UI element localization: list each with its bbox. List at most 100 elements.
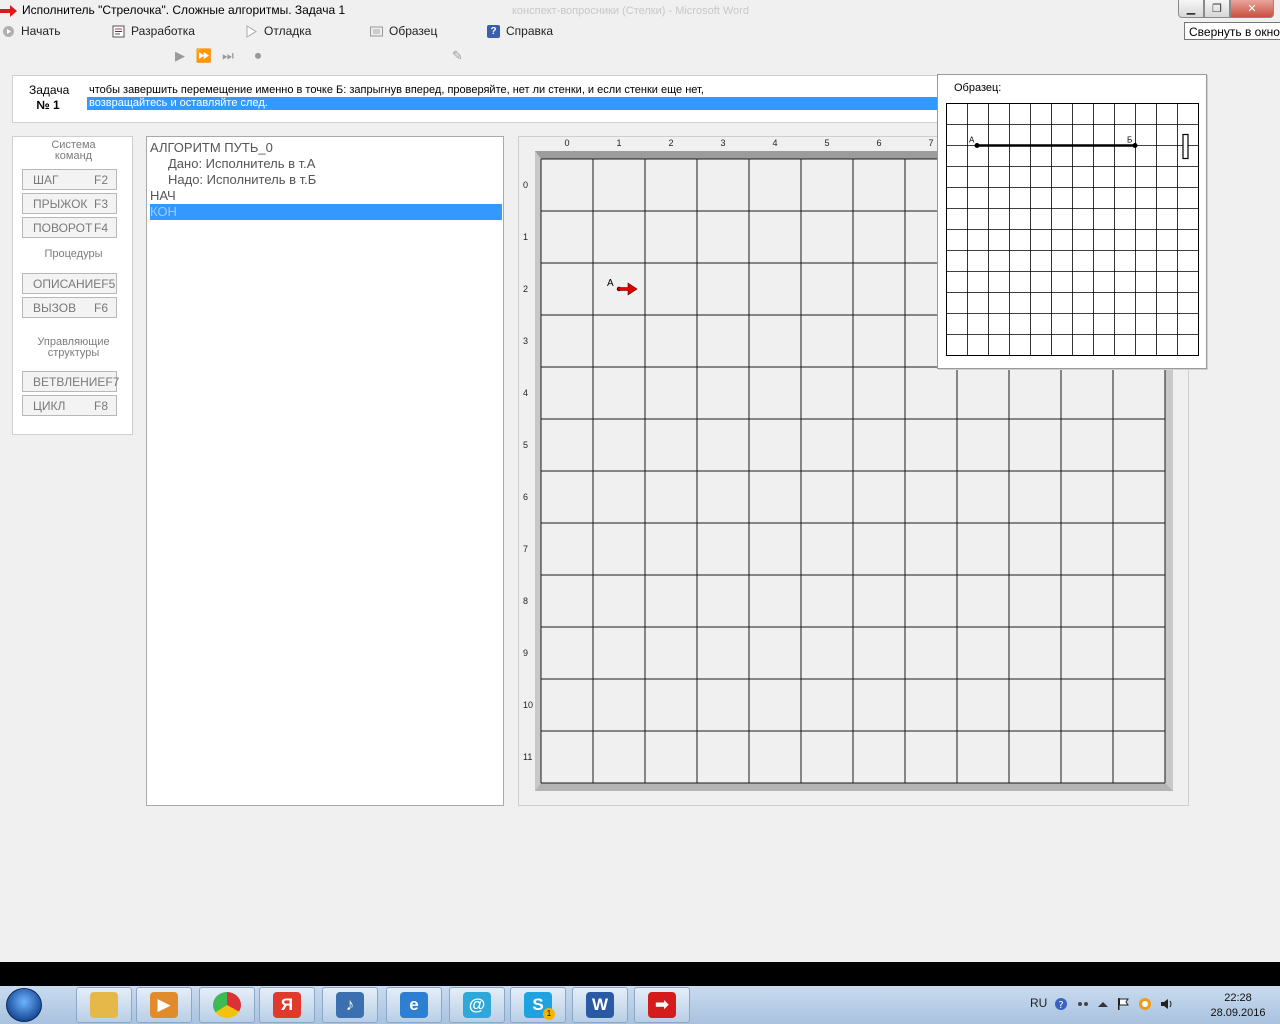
minimize-button[interactable]: ▁ bbox=[1178, 0, 1204, 18]
system-commands-caption: Система команд bbox=[51, 139, 96, 162]
jump-command-key: F3 bbox=[93, 196, 108, 211]
menu-item-help[interactable]: ? Справка bbox=[487, 24, 553, 38]
internet-explorer-icon: e bbox=[400, 992, 428, 1018]
describe-command-button[interactable]: ОПИСАНИЕ F5 bbox=[22, 273, 117, 294]
taskbar-app-explorer[interactable] bbox=[76, 987, 132, 1023]
taskbar-app-internet-explorer[interactable]: e bbox=[386, 987, 442, 1023]
action-center-flag-icon[interactable] bbox=[1116, 997, 1130, 1011]
step-button[interactable]: ⏩ bbox=[196, 48, 212, 64]
field-bevel-bottom bbox=[535, 783, 1173, 791]
row-number: 2 bbox=[523, 284, 528, 294]
taskbar-app-yandex[interactable]: Я bbox=[259, 987, 315, 1023]
strelochka-icon: ➡ bbox=[648, 992, 676, 1018]
step-command-key: F2 bbox=[93, 172, 108, 187]
show-hidden-icons[interactable] bbox=[1096, 997, 1110, 1011]
word-icon: W bbox=[586, 992, 614, 1018]
column-number: 7 bbox=[928, 138, 933, 148]
code-line-begin[interactable]: НАЧ bbox=[150, 188, 502, 204]
clock[interactable]: 22:28 28.09.2016 bbox=[1208, 991, 1268, 1021]
start-button[interactable] bbox=[6, 988, 42, 1022]
task-description[interactable]: чтобы завершить перемещение именно в точ… bbox=[87, 84, 947, 110]
avast-tray-icon[interactable] bbox=[1138, 997, 1152, 1011]
step-over-button[interactable]: ⏭ bbox=[220, 48, 236, 64]
start-point-label: А bbox=[607, 278, 614, 289]
turn-command-key: F4 bbox=[93, 220, 108, 235]
row-number: 5 bbox=[523, 440, 528, 450]
row-number: 1 bbox=[523, 232, 528, 242]
mail-icon: @ bbox=[463, 992, 491, 1018]
code-line-goal[interactable]: Надо: Исполнитель в т.Б bbox=[150, 172, 502, 188]
volume-tray-icon[interactable] bbox=[1160, 997, 1174, 1011]
media-player-icon: ▶ bbox=[150, 992, 178, 1018]
title-bar: Исполнитель "Стрелочка". Сложные алгорит… bbox=[0, 0, 1280, 22]
menu-item-start[interactable]: Начать bbox=[2, 24, 61, 38]
sample-point-a bbox=[974, 143, 980, 148]
menu-item-sample[interactable]: Образец bbox=[370, 24, 437, 38]
taskbar-app-chrome[interactable] bbox=[199, 987, 255, 1023]
sound-icon: ♪ bbox=[336, 992, 364, 1018]
background-window-title: конспект-вопросники (Стелки) - Microsoft… bbox=[512, 5, 749, 17]
row-number: 4 bbox=[523, 388, 528, 398]
row-number: 8 bbox=[523, 596, 528, 606]
settings-tray-icon[interactable] bbox=[1076, 997, 1090, 1011]
column-number: 3 bbox=[720, 138, 725, 148]
develop-icon bbox=[112, 25, 125, 38]
system-tray: RU ? 22:28 28.09.2016 bbox=[1020, 986, 1280, 1024]
taskbar-app-media-player[interactable]: ▶ bbox=[136, 987, 192, 1023]
loop-command-key: F8 bbox=[93, 398, 108, 413]
turn-command-label: ПОВОРОТ bbox=[33, 220, 93, 235]
taskbar: ▶ Я ♪ e @ S 1 W ➡ RU ? 22:28 28.09.2016 bbox=[0, 962, 1280, 1024]
turn-command-button[interactable]: ПОВОРОТ F4 bbox=[22, 217, 117, 238]
call-command-button[interactable]: ВЫЗОВ F6 bbox=[22, 297, 117, 318]
explorer-icon bbox=[90, 992, 118, 1018]
chrome-icon bbox=[213, 992, 241, 1018]
loop-command-label: ЦИКЛ bbox=[33, 398, 66, 413]
svg-text:?: ? bbox=[1058, 1000, 1063, 1011]
sample-point-a-label: А bbox=[969, 136, 975, 145]
sample-point-b-label: Б bbox=[1127, 136, 1132, 145]
sample-point-b bbox=[1132, 143, 1138, 148]
menu-item-develop[interactable]: Разработка bbox=[112, 24, 195, 38]
close-button[interactable]: ✕ bbox=[1230, 0, 1274, 18]
column-number: 4 bbox=[772, 138, 777, 148]
code-line-end[interactable]: КОН bbox=[150, 204, 502, 220]
sample-icon bbox=[370, 25, 383, 38]
row-number: 6 bbox=[523, 492, 528, 502]
row-number: 3 bbox=[523, 336, 528, 346]
code-line-given[interactable]: Дано: Исполнитель в т.А bbox=[150, 156, 502, 172]
sample-grid: АБ bbox=[946, 103, 1199, 356]
code-line-algorithm[interactable]: АЛГОРИТМ ПУТЬ_0 bbox=[150, 140, 502, 156]
window-controls: ▁ ❐ ✕ bbox=[1178, 0, 1274, 18]
step-command-button[interactable]: ШАГ F2 bbox=[22, 169, 117, 190]
menu-bar: Начать Разработка Отладка Образец ? Спра… bbox=[0, 22, 1100, 42]
loop-command-button[interactable]: ЦИКЛ F8 bbox=[22, 395, 117, 416]
menu-item-sample-label: Образец bbox=[389, 24, 438, 38]
command-panel: Система команд ШАГ F2 ПРЫЖОК F3 ПОВОРОТ … bbox=[12, 136, 133, 435]
jump-command-button[interactable]: ПРЫЖОК F3 bbox=[22, 193, 117, 214]
branch-command-button[interactable]: ВЕТВЛЕНИЕ F7 bbox=[22, 371, 119, 392]
menu-item-debug-label: Отладка bbox=[264, 24, 312, 38]
help-icon: ? bbox=[487, 24, 500, 38]
task-line-1: чтобы завершить перемещение именно в точ… bbox=[89, 84, 704, 96]
taskbar-app-sound[interactable]: ♪ bbox=[322, 987, 378, 1023]
taskbar-app-strelochka[interactable]: ➡ bbox=[634, 987, 690, 1023]
window-title: Исполнитель "Стрелочка". Сложные алгорит… bbox=[22, 3, 346, 17]
row-number: 11 bbox=[523, 752, 532, 762]
run-button[interactable]: ▶ bbox=[172, 48, 188, 64]
program-editor[interactable]: АЛГОРИТМ ПУТЬ_0 Дано: Исполнитель в т.А … bbox=[146, 136, 504, 806]
menu-item-develop-label: Разработка bbox=[131, 24, 195, 38]
column-number: 1 bbox=[616, 138, 621, 148]
taskbar-app-mail[interactable]: @ bbox=[449, 987, 505, 1023]
menu-item-start-label: Начать bbox=[21, 24, 61, 38]
language-indicator[interactable]: RU bbox=[1030, 996, 1047, 1010]
row-number: 7 bbox=[523, 544, 528, 554]
help-tray-icon[interactable]: ? bbox=[1054, 997, 1068, 1011]
column-number: 6 bbox=[876, 138, 881, 148]
pencil-icon[interactable]: ✎ bbox=[452, 48, 470, 66]
taskbar-app-skype[interactable]: S1 bbox=[510, 987, 566, 1023]
taskbar-app-word[interactable]: W bbox=[572, 987, 628, 1023]
jump-command-label: ПРЫЖОК bbox=[33, 196, 88, 211]
restore-button[interactable]: ❐ bbox=[1204, 0, 1230, 18]
menu-item-debug[interactable]: Отладка bbox=[245, 24, 311, 38]
stop-button[interactable]: ⏺ bbox=[250, 48, 266, 64]
